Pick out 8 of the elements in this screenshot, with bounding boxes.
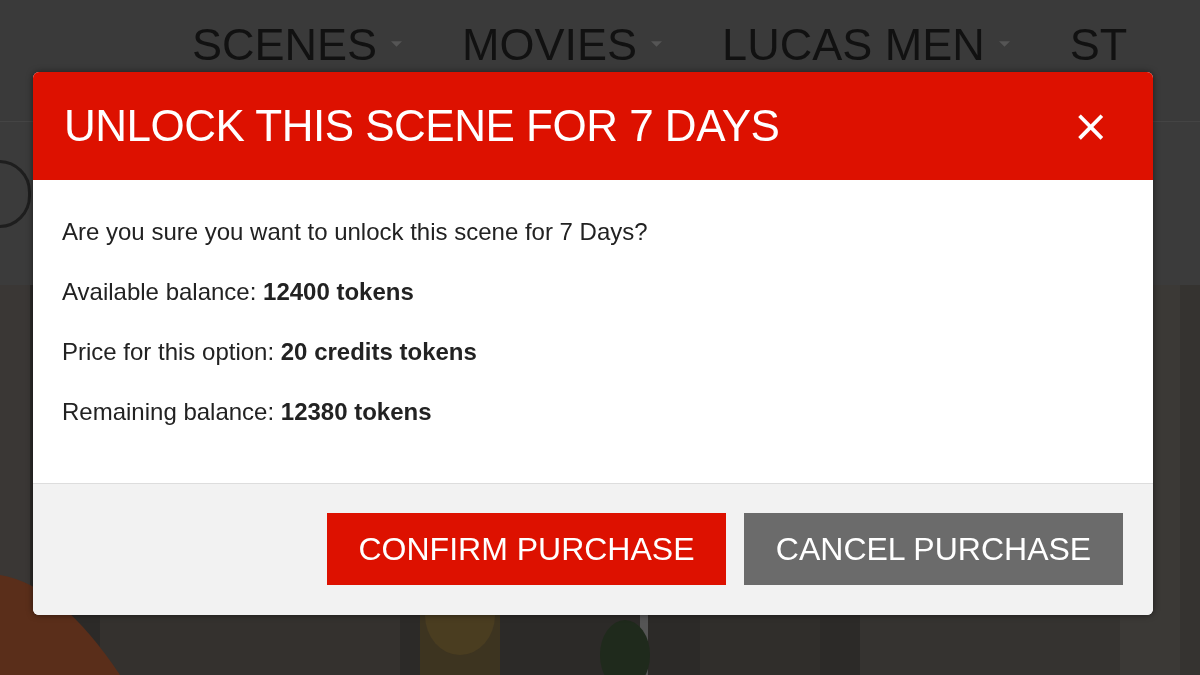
- cancel-button[interactable]: CANCEL PURCHASE: [744, 513, 1123, 585]
- confirm-button[interactable]: CONFIRM PURCHASE: [327, 513, 726, 585]
- dialog-text: Price for this option: 20 credits tokens: [62, 338, 478, 365]
- dialog-title: UNLOCK THIS SCENE FOR 7 DAYS: [64, 101, 780, 151]
- dialog-text: Remaining balance: 12380 tokens: [62, 398, 433, 425]
- dialog-text: Available balance: 12400 tokens: [62, 278, 415, 305]
- close-button[interactable]: ×: [1068, 104, 1113, 148]
- dialog-text: Are you sure you want to unlock this scene for 7 Days?: [62, 218, 649, 245]
